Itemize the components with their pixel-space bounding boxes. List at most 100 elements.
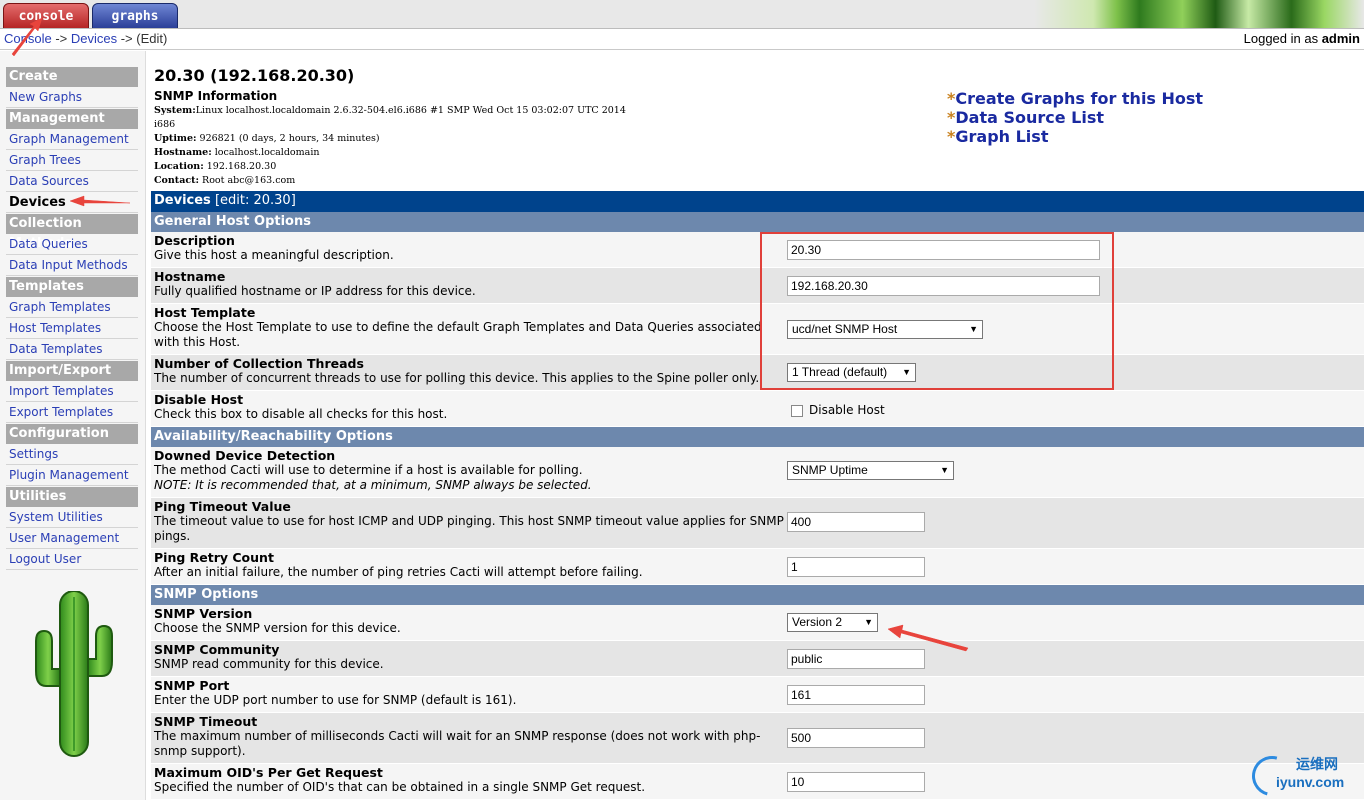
sidebar-item-settings[interactable]: Settings <box>6 444 138 465</box>
breadcrumb-separator: -> <box>117 31 137 46</box>
device-edit-form: Devices [edit: 20.30] General Host Optio… <box>151 191 1364 800</box>
row-max-oids: Maximum OID's Per Get Request Specified t… <box>151 764 1364 800</box>
sidebar-link[interactable]: Data Input Methods <box>9 258 128 272</box>
snmp-hostname: Hostname: localhost.localdomain <box>154 146 634 160</box>
row-label: Host Template Choose the Host Template to… <box>154 306 784 350</box>
field-description: The number of concurrent threads to use … <box>154 371 760 385</box>
sidebar-link[interactable]: Logout User <box>9 552 81 566</box>
snmp-hostname-value: localhost.localdomain <box>211 147 320 158</box>
field-title: Ping Retry Count <box>154 550 274 565</box>
snmp-timeout-input[interactable]: 500 <box>787 728 925 748</box>
sidebar-link[interactable]: Host Templates <box>9 321 101 335</box>
downed-detection-select[interactable]: SNMP Uptime ▼ <box>787 461 954 480</box>
row-label: SNMP Port Enter the UDP port number to us… <box>154 679 784 708</box>
main-content: 20.30 (192.168.20.30) SNMP Information S… <box>151 51 1364 800</box>
login-status: Logged in as admin <box>1244 29 1360 49</box>
row-label: Disable Host Check this box to disable al… <box>154 393 784 422</box>
sidebar-item-system-utilities[interactable]: System Utilities <box>6 507 138 528</box>
field-description: Give this host a meaningful description. <box>154 248 394 262</box>
sidebar-item-user-management[interactable]: User Management <box>6 528 138 549</box>
snmp-info-block: System:Linux localhost.localdomain 2.6.3… <box>154 104 634 188</box>
sidebar-link[interactable]: Settings <box>9 447 58 461</box>
snmp-port-input[interactable]: 161 <box>787 685 925 705</box>
sidebar-link[interactable]: Graph Trees <box>9 153 81 167</box>
sidebar-item-graph-management[interactable]: Graph Management <box>6 129 138 150</box>
sidebar-item-plugin-management[interactable]: Plugin Management <box>6 465 138 486</box>
row-ping-retry: Ping Retry Count After an initial failure… <box>151 549 1364 585</box>
row-label: SNMP Timeout The maximum number of millis… <box>154 715 784 759</box>
field-description: The timeout value to use for host ICMP a… <box>154 514 784 543</box>
sidebar-item-graph-trees[interactable]: Graph Trees <box>6 150 138 171</box>
cactus-logo-icon <box>35 591 113 757</box>
field-title: Host Template <box>154 305 256 320</box>
data-source-list-link[interactable]: Data Source List <box>955 108 1104 127</box>
sidebar-item-host-templates[interactable]: Host Templates <box>6 318 138 339</box>
sidebar-link[interactable]: Data Queries <box>9 237 88 251</box>
row-label: SNMP Community SNMP read community for th… <box>154 643 784 672</box>
menu-heading-import-export: Import/Export <box>6 361 138 381</box>
sidebar-item-devices[interactable]: Devices <box>6 192 138 213</box>
row-host-template: Host Template Choose the Host Template to… <box>151 304 1364 355</box>
row-collection-threads: Number of Collection Threads The number o… <box>151 355 1364 391</box>
sidebar-item-graph-templates[interactable]: Graph Templates <box>6 297 138 318</box>
breadcrumb-console-link[interactable]: Console <box>4 31 52 46</box>
max-oids-input[interactable]: 10 <box>787 772 925 792</box>
ping-timeout-input[interactable]: 400 <box>787 512 925 532</box>
sidebar-link[interactable]: Export Templates <box>9 405 113 419</box>
row-hostname: Hostname Fully qualified hostname or IP a… <box>151 268 1364 304</box>
field-title: SNMP Port <box>154 678 230 693</box>
sidebar-link[interactable]: User Management <box>9 531 119 545</box>
snmp-location-label: Location: <box>154 161 204 172</box>
sidebar-menu: Create New Graphs Management Graph Manag… <box>0 51 146 800</box>
sidebar-item-data-input-methods[interactable]: Data Input Methods <box>6 255 138 276</box>
snmp-system-label: System: <box>154 105 196 116</box>
sidebar-link[interactable]: Graph Templates <box>9 300 111 314</box>
create-graphs-link[interactable]: Create Graphs for this Host <box>955 89 1203 108</box>
menu-heading-configuration: Configuration <box>6 424 138 444</box>
section-availability-options: Availability/Reachability Options <box>151 427 1364 447</box>
quicklink-data-source-list: *Data Source List <box>947 108 1203 127</box>
field-description: SNMP read community for this device. <box>154 657 384 671</box>
row-snmp-community: SNMP Community SNMP read community for th… <box>151 641 1364 677</box>
tab-graphs[interactable]: graphs <box>92 3 178 28</box>
field-title: Disable Host <box>154 392 244 407</box>
sidebar-item-export-templates[interactable]: Export Templates <box>6 402 138 423</box>
sidebar-item-import-templates[interactable]: Import Templates <box>6 381 138 402</box>
sidebar-link[interactable]: Data Templates <box>9 342 102 356</box>
graph-list-link[interactable]: Graph List <box>955 127 1048 146</box>
sidebar-link[interactable]: Plugin Management <box>9 468 129 482</box>
sidebar-link[interactable]: New Graphs <box>9 90 82 104</box>
breadcrumb-devices-link[interactable]: Devices <box>71 31 117 46</box>
sidebar-link[interactable]: Import Templates <box>9 384 114 398</box>
highlight-box <box>760 232 1114 390</box>
snmp-uptime-value: 926821 (0 days, 2 hours, 34 minutes) <box>196 133 380 144</box>
disable-host-checkbox[interactable] <box>791 404 803 417</box>
dropdown-arrow-icon: ▼ <box>864 617 873 627</box>
row-label: Downed Device Detection The method Cacti … <box>154 449 784 493</box>
sidebar-item-data-sources[interactable]: Data Sources <box>6 171 138 192</box>
field-title: Description <box>154 233 235 248</box>
sidebar-link[interactable]: Data Sources <box>9 174 89 188</box>
field-description: The method Cacti will use to determine i… <box>154 463 583 477</box>
sidebar-link[interactable]: Graph Management <box>9 132 129 146</box>
menu-heading-utilities: Utilities <box>6 487 138 507</box>
field-description: The maximum number of milliseconds Cacti… <box>154 729 761 758</box>
sidebar-item-logout-user[interactable]: Logout User <box>6 549 138 570</box>
section-snmp-options: SNMP Options <box>151 585 1364 605</box>
field-title: Hostname <box>154 269 226 284</box>
sidebar-item-data-templates[interactable]: Data Templates <box>6 339 138 360</box>
snmp-version-select[interactable]: Version 2 ▼ <box>787 613 878 632</box>
row-label: SNMP Version Choose the SNMP version for … <box>154 607 784 636</box>
snmp-location: Location: 192.168.20.30 <box>154 160 634 174</box>
sidebar-item-new-graphs[interactable]: New Graphs <box>6 87 138 108</box>
ping-retry-input[interactable]: 1 <box>787 557 925 577</box>
sidebar-link[interactable]: System Utilities <box>9 510 103 524</box>
sidebar-item-data-queries[interactable]: Data Queries <box>6 234 138 255</box>
snmp-community-input[interactable]: public <box>787 649 925 669</box>
row-label: Number of Collection Threads The number o… <box>154 357 784 386</box>
field-description: Check this box to disable all checks for… <box>154 407 448 421</box>
row-disable-host: Disable Host Check this box to disable al… <box>151 391 1364 427</box>
sidebar-link[interactable]: Devices <box>9 195 66 210</box>
tab-console[interactable]: console <box>3 3 89 28</box>
field-title: SNMP Timeout <box>154 714 258 729</box>
